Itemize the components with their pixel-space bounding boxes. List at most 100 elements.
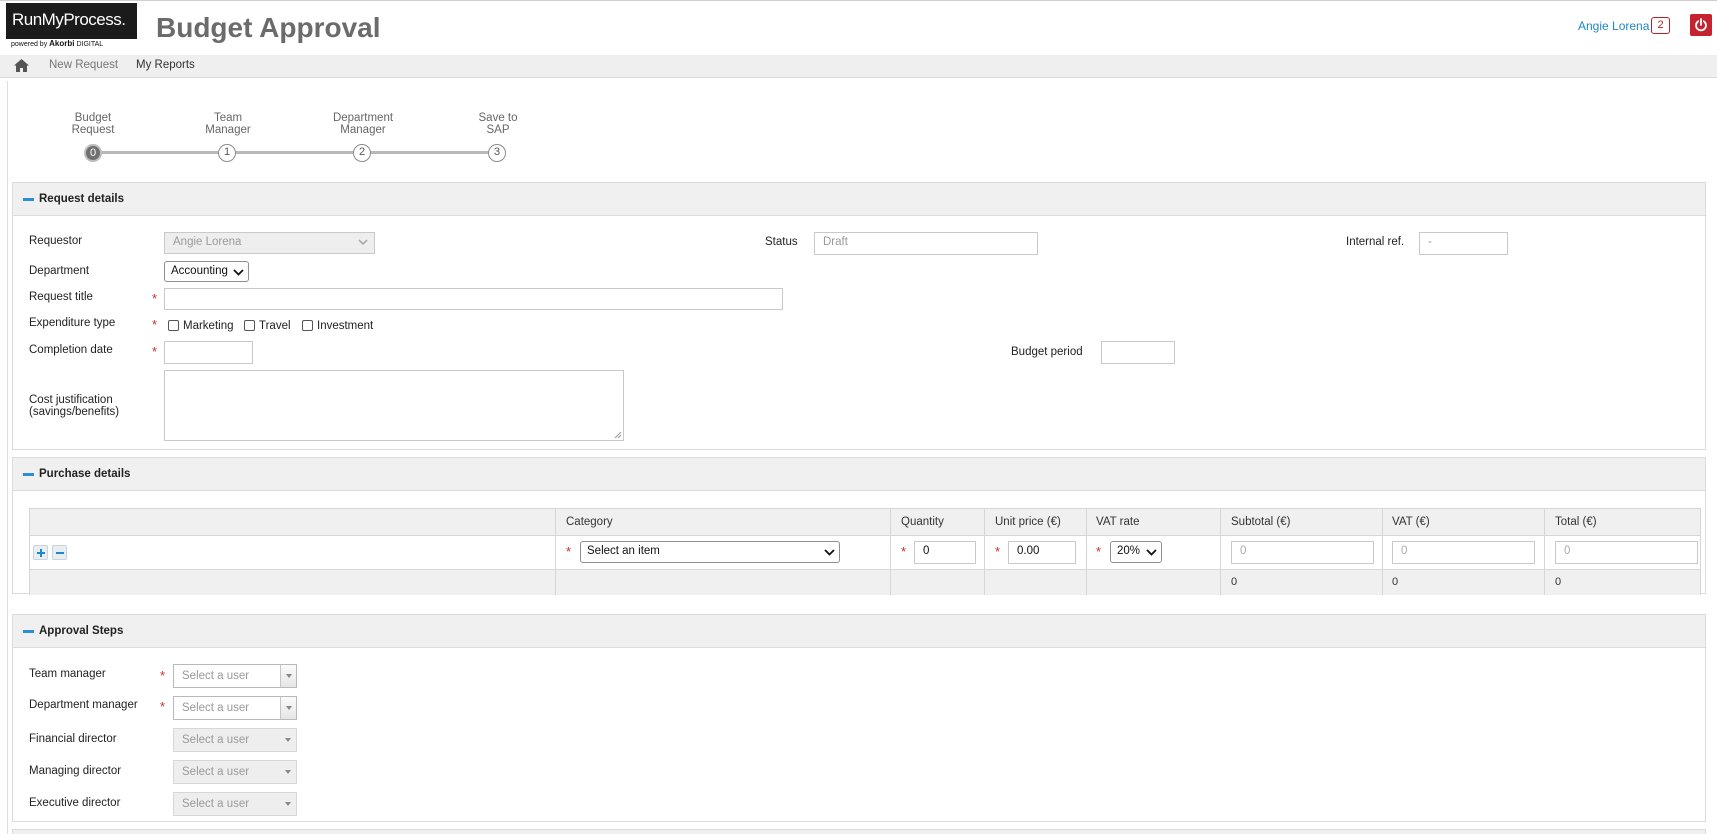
quantity-value: 0 (923, 545, 930, 557)
home-icon[interactable] (13, 58, 30, 73)
step-label: Budget Request (71, 112, 115, 136)
department-label: Department (29, 265, 90, 277)
vat-sum: 0 (1392, 576, 1399, 588)
dropdown-trigger (280, 761, 296, 783)
section-header[interactable]: Request details (13, 183, 1705, 216)
subtotal-field: 0 (1231, 541, 1374, 564)
collapse-icon[interactable] (23, 630, 34, 633)
cost-label-line1: Cost justification (29, 394, 113, 406)
section-header[interactable]: Purchase details (13, 458, 1705, 491)
vat-rate-select[interactable]: 20% (1110, 541, 1162, 563)
table-header-row (30, 509, 1700, 536)
step-budget-request: Budget Request (48, 112, 138, 136)
department-manager-label: Department manager (29, 699, 138, 711)
executive-director-label: Executive director (29, 797, 121, 809)
total-field: 0 (1555, 541, 1698, 564)
total-sum: 0 (1555, 576, 1562, 588)
chevron-down-icon (233, 269, 244, 276)
step-circle-0: 0 (84, 144, 102, 162)
step-team-manager: Team Manager (183, 112, 273, 136)
managing-director-combo: Select a user (173, 760, 297, 784)
required-marker: * (160, 699, 166, 714)
required-marker: * (152, 291, 158, 306)
chevron-down-icon (358, 239, 368, 246)
completion-date-label: Completion date (29, 344, 113, 356)
managing-director-placeholder: Select a user (182, 766, 250, 778)
nav-my-reports[interactable]: My Reports (136, 59, 195, 71)
required-marker: * (1096, 544, 1102, 559)
request-title-input[interactable] (164, 288, 783, 310)
internal-ref-value: - (1428, 236, 1432, 248)
status-value: Draft (823, 236, 848, 248)
marketing-label: Marketing (183, 320, 234, 332)
cost-justification-textarea[interactable] (164, 370, 624, 441)
required-marker: * (566, 544, 572, 559)
column-divider (1220, 509, 1221, 595)
vat-placeholder: 0 (1401, 545, 1408, 557)
requestor-select: Angie Lorena (164, 232, 375, 254)
chevron-down-icon (1146, 549, 1157, 556)
category-value: Select an item (587, 545, 660, 557)
cost-justification-label: Cost justification (savings/benefits) (29, 394, 119, 418)
budget-period-input[interactable] (1101, 341, 1175, 364)
column-header-category: Category (566, 516, 613, 528)
executive-director-placeholder: Select a user (182, 798, 250, 810)
internal-ref-field: - (1419, 232, 1508, 255)
nav-new-request[interactable]: New Request (49, 59, 118, 71)
completion-date-input[interactable] (164, 341, 253, 364)
nav-bar: New Request My Reports (0, 55, 1717, 78)
add-row-button[interactable] (33, 545, 48, 560)
travel-checkbox[interactable] (244, 320, 255, 331)
internal-ref-label: Internal ref. (1346, 236, 1405, 248)
column-divider (1086, 509, 1087, 595)
remove-row-button[interactable] (52, 545, 67, 560)
department-manager-combo[interactable]: Select a user (173, 696, 297, 720)
financial-director-placeholder: Select a user (182, 734, 250, 746)
investment-checkbox[interactable] (302, 320, 313, 331)
category-select[interactable]: Select an item (580, 541, 840, 563)
section-header[interactable]: Approval Steps (13, 615, 1705, 648)
section-title: Request details (39, 193, 124, 205)
dropdown-trigger[interactable] (280, 697, 296, 719)
logo-brand: Akorbi (49, 39, 75, 48)
department-value: Accounting (171, 265, 228, 277)
user-name-link[interactable]: Angie Lorena (1578, 19, 1649, 33)
unit-price-input[interactable]: 0.00 (1008, 541, 1076, 564)
department-select[interactable]: Accounting (164, 261, 249, 282)
team-manager-combo[interactable]: Select a user (173, 664, 297, 688)
page-title: Budget Approval (156, 12, 381, 43)
collapse-icon[interactable] (23, 473, 34, 476)
column-header-vat-rate: VAT rate (1096, 516, 1140, 528)
column-divider (890, 509, 891, 595)
logo-powered-text: powered by (11, 41, 48, 48)
purchase-table: Category Quantity Unit price (€) VAT rat… (29, 508, 1701, 595)
financial-director-combo: Select a user (173, 728, 297, 752)
runmyprocess-logo[interactable]: RunMyProcess. powered by Akorbi DIGITAL (6, 3, 137, 49)
collapse-icon[interactable] (23, 198, 34, 201)
step-label: Team Manager (205, 112, 251, 136)
requestor-value: Angie Lorena (173, 236, 242, 248)
resize-handle-icon[interactable] (614, 431, 622, 439)
power-icon (1695, 18, 1707, 32)
quantity-input[interactable]: 0 (914, 541, 976, 564)
expenditure-type-label: Expenditure type (29, 317, 116, 329)
dropdown-trigger (280, 729, 296, 751)
table-footer-row (30, 569, 1700, 595)
column-header-quantity: Quantity (901, 516, 944, 528)
unit-price-value: 0.00 (1017, 545, 1040, 557)
department-manager-placeholder: Select a user (182, 702, 250, 714)
step-circle-2: 2 (353, 144, 371, 162)
column-header-total: Total (€) (1555, 516, 1597, 528)
notification-badge[interactable]: 2 (1651, 17, 1670, 34)
step-circle-3: 3 (488, 144, 506, 162)
logo-digital: DIGITAL (76, 41, 104, 48)
dropdown-trigger[interactable] (280, 665, 296, 687)
subtotal-sum: 0 (1231, 576, 1238, 588)
purchase-details-section: Purchase details Category Quantity Unit … (12, 457, 1706, 595)
step-department-manager: Department Manager (318, 112, 408, 136)
required-marker: * (152, 317, 158, 332)
triangle-down-icon (286, 706, 292, 710)
logout-button[interactable] (1690, 14, 1712, 36)
marketing-checkbox[interactable] (168, 320, 179, 331)
request-title-label: Request title (29, 291, 93, 303)
